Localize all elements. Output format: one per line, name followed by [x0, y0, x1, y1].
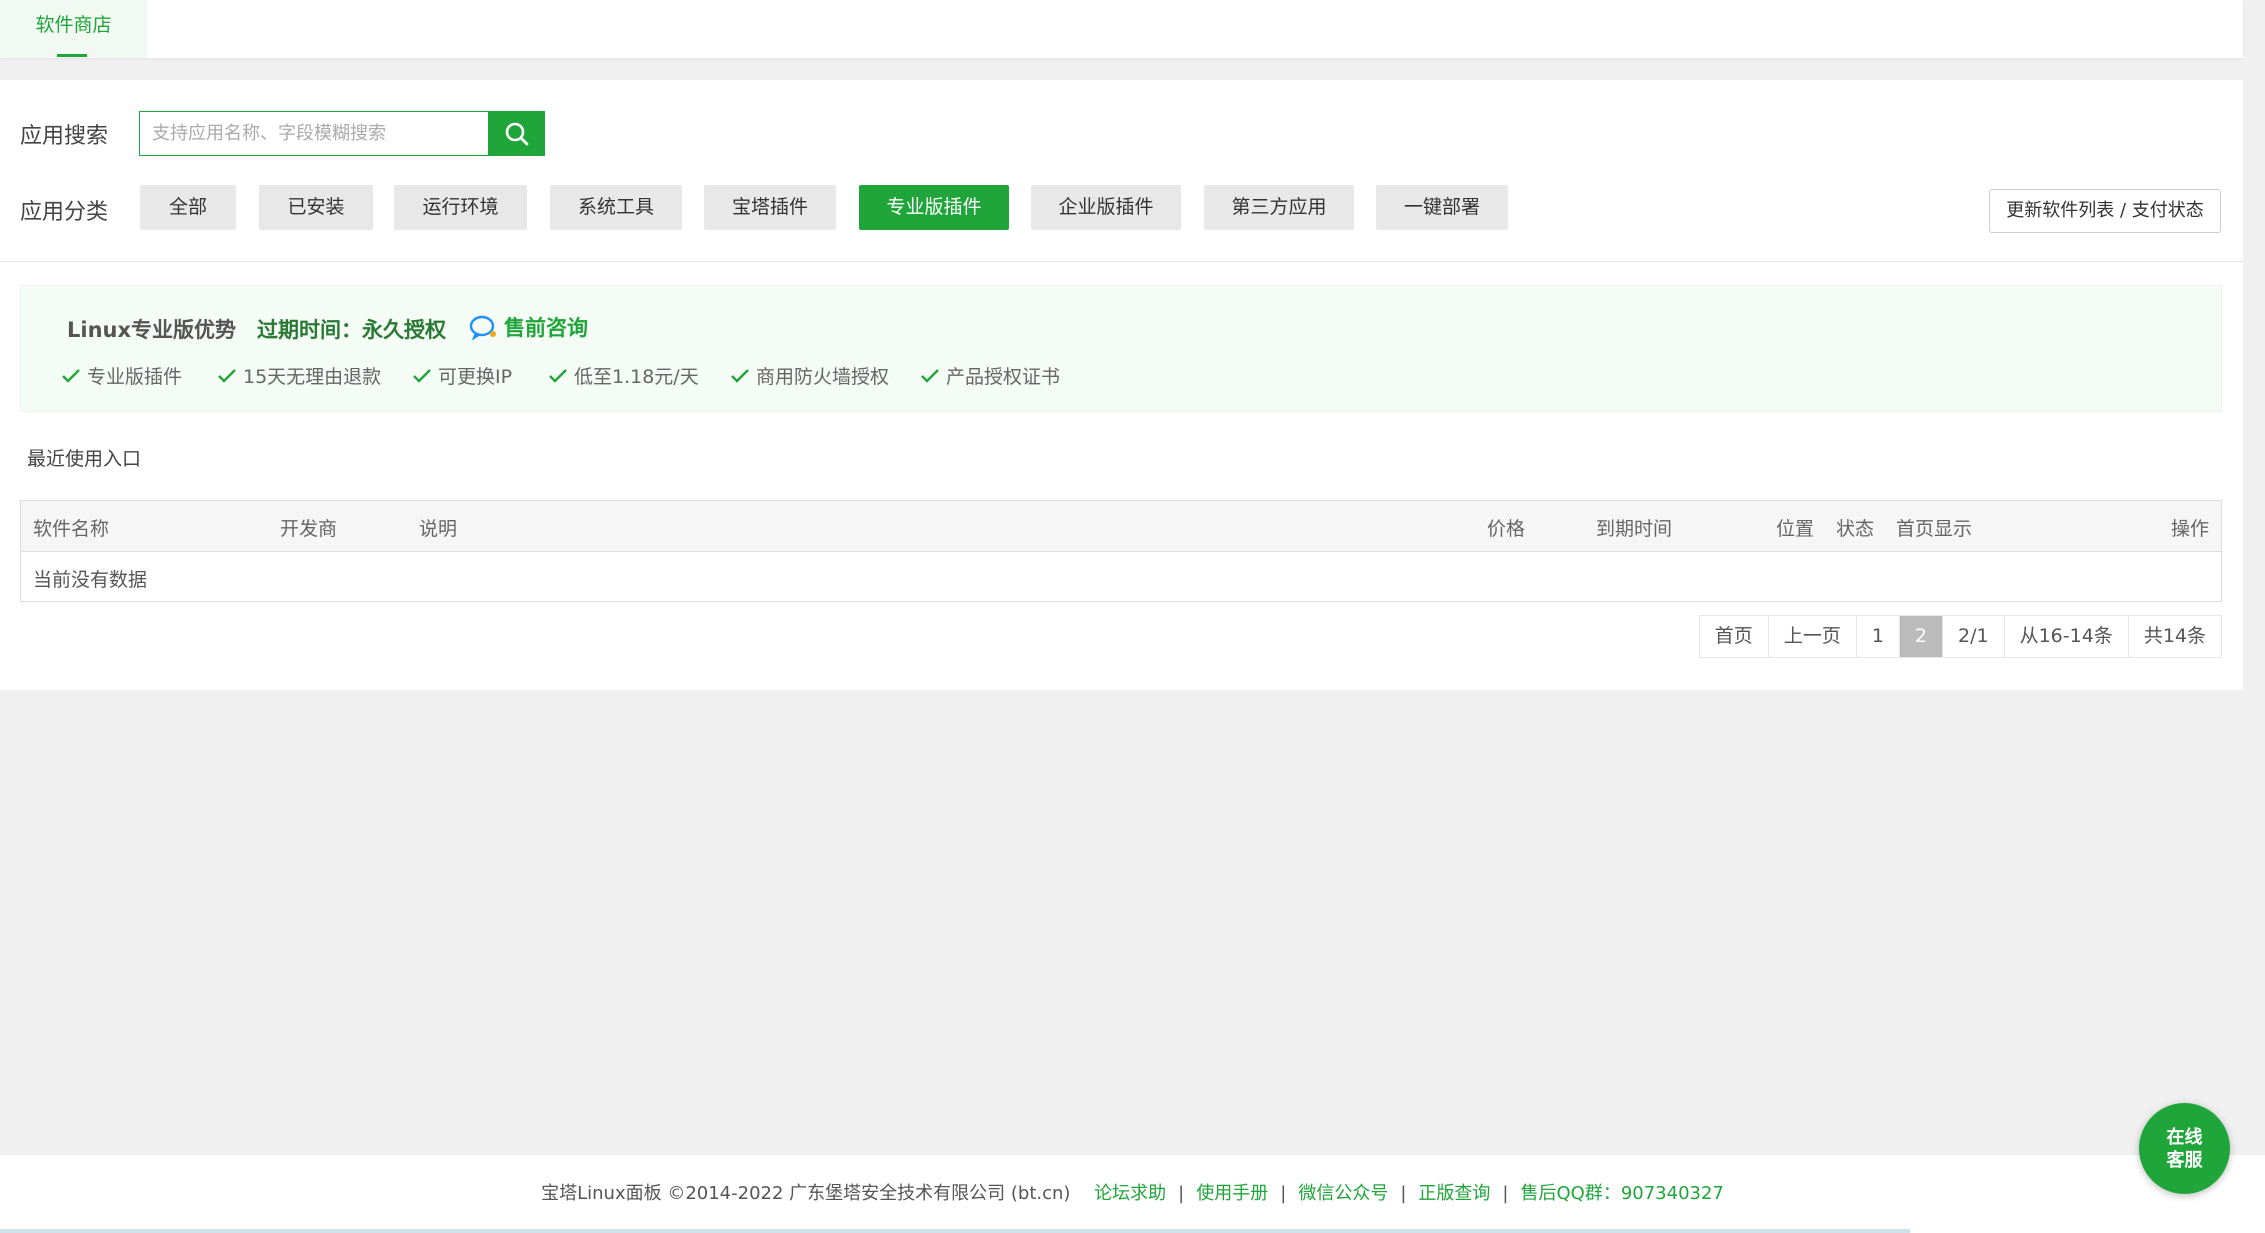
column-header: 操作: [2171, 518, 2210, 540]
feature-item: 15天无理由退款: [217, 362, 381, 389]
category-system-tools[interactable]: 系统工具: [550, 185, 682, 230]
feature-label: 15天无理由退款: [243, 366, 382, 388]
category-pro-plugins[interactable]: 专业版插件: [859, 185, 1009, 230]
page-range: 从16-14条: [2004, 616, 2129, 657]
empty-table-message: 当前没有数据: [33, 569, 148, 591]
feature-label: 商用防火墙授权: [756, 366, 890, 388]
recent-entry-label: 最近使用入口: [27, 448, 142, 470]
column-header: 到期时间: [1596, 518, 1673, 540]
presale-consult-link[interactable]: 售前咨询: [468, 312, 588, 342]
column-header: 开发商: [280, 518, 338, 540]
search-input[interactable]: [139, 111, 488, 156]
footer-link-license-check[interactable]: 正版查询: [1418, 1183, 1490, 1204]
page-info: 2/1: [1943, 616, 2005, 657]
footer-separator: |: [1280, 1183, 1287, 1204]
page-number-current: 2: [1899, 616, 1944, 657]
check-icon: [731, 368, 749, 383]
search-button[interactable]: [488, 111, 545, 156]
feature-item: 产品授权证书: [920, 362, 1060, 389]
feature-item: 可更换IP: [412, 362, 512, 389]
section-divider: [0, 261, 2243, 262]
column-header: 价格: [1487, 518, 1526, 540]
presale-consult-label: 售前咨询: [504, 316, 588, 340]
tab-active-indicator: [57, 54, 87, 57]
top-tab-bar: 软件商店: [0, 0, 2243, 58]
check-icon: [218, 368, 236, 383]
feature-label: 专业版插件: [87, 366, 183, 388]
feature-label: 可更换IP: [438, 366, 513, 388]
online-support-line1: 在线: [2166, 1126, 2203, 1148]
footer-separator: |: [1178, 1183, 1185, 1204]
footer-link-wechat[interactable]: 微信公众号: [1298, 1183, 1388, 1204]
refresh-software-list-button[interactable]: 更新软件列表 / 支付状态: [1989, 189, 2221, 233]
footer-strip: [0, 1229, 1910, 1233]
expire-time: 过期时间：永久授权: [257, 318, 446, 342]
category-third-party[interactable]: 第三方应用: [1204, 185, 1354, 230]
footer-separator: |: [1502, 1183, 1509, 1204]
category-all[interactable]: 全部: [140, 185, 236, 230]
footer-separator: |: [1400, 1183, 1407, 1204]
category-runtime[interactable]: 运行环境: [394, 185, 527, 230]
check-icon: [549, 368, 567, 383]
chat-bubble-icon: [469, 315, 496, 340]
software-store-panel: 应用搜索 应用分类 全部 已安装 运行环境 系统工具 宝塔插件 专业版插件 企业…: [0, 80, 2243, 690]
column-header: 位置: [1776, 518, 1815, 540]
category-installed[interactable]: 已安装: [259, 185, 373, 230]
page-prev[interactable]: 上一页: [1768, 616, 1857, 657]
footer-copyright: 宝塔Linux面板 ©2014-2022 广东堡塔安全技术有限公司 (bt.cn…: [541, 1183, 1071, 1204]
footer: 宝塔Linux面板 ©2014-2022 广东堡塔安全技术有限公司 (bt.cn…: [0, 1155, 2265, 1233]
category-bt-plugins[interactable]: 宝塔插件: [704, 185, 836, 230]
feature-label: 产品授权证书: [946, 366, 1061, 388]
search-icon: [505, 122, 528, 145]
pagination: 首页 上一页 1 2 2/1 从16-14条 共14条: [1698, 615, 2222, 658]
column-header: 说明: [419, 518, 458, 540]
feature-label: 低至1.18元/天: [574, 366, 699, 388]
promo-title: Linux专业版优势: [67, 318, 237, 342]
column-header: 软件名称: [33, 518, 110, 540]
table-header: 软件名称 开发商 说明 价格 到期时间 位置 状态 首页显示 操作: [21, 501, 2221, 552]
software-table: 软件名称 开发商 说明 价格 到期时间 位置 状态 首页显示 操作 当前没有数据: [20, 500, 2222, 602]
feature-item: 专业版插件: [61, 362, 182, 389]
pro-advantage-box: Linux专业版优势 过期时间：永久授权 售前咨询 专业版插件 15天无理由退款…: [20, 285, 2222, 412]
column-header: 状态: [1836, 518, 1875, 540]
check-icon: [413, 368, 431, 383]
online-support-line2: 客服: [2166, 1149, 2203, 1171]
page-first[interactable]: 首页: [1699, 616, 1769, 657]
column-header: 首页显示: [1896, 518, 1973, 540]
footer-link-manual[interactable]: 使用手册: [1196, 1183, 1268, 1204]
category-enterprise-plugins[interactable]: 企业版插件: [1031, 185, 1181, 230]
feature-item: 商用防火墙授权: [730, 362, 889, 389]
online-support-button[interactable]: 在线 客服: [2139, 1103, 2230, 1194]
category-label: 应用分类: [20, 200, 109, 225]
search-box: [139, 111, 545, 156]
footer-qq-group[interactable]: 售后QQ群：907340327: [1520, 1183, 1723, 1204]
feature-item: 低至1.18元/天: [548, 362, 699, 389]
page-total: 共14条: [2128, 616, 2221, 657]
tab-software-store[interactable]: 软件商店: [0, 0, 147, 58]
footer-link-forum[interactable]: 论坛求助: [1094, 1183, 1166, 1204]
tab-software-store-label: 软件商店: [35, 14, 112, 36]
page-number[interactable]: 1: [1856, 616, 1900, 657]
check-icon: [921, 368, 939, 383]
search-label: 应用搜索: [20, 124, 109, 149]
category-one-click-deploy[interactable]: 一键部署: [1376, 185, 1508, 230]
check-icon: [62, 368, 80, 383]
